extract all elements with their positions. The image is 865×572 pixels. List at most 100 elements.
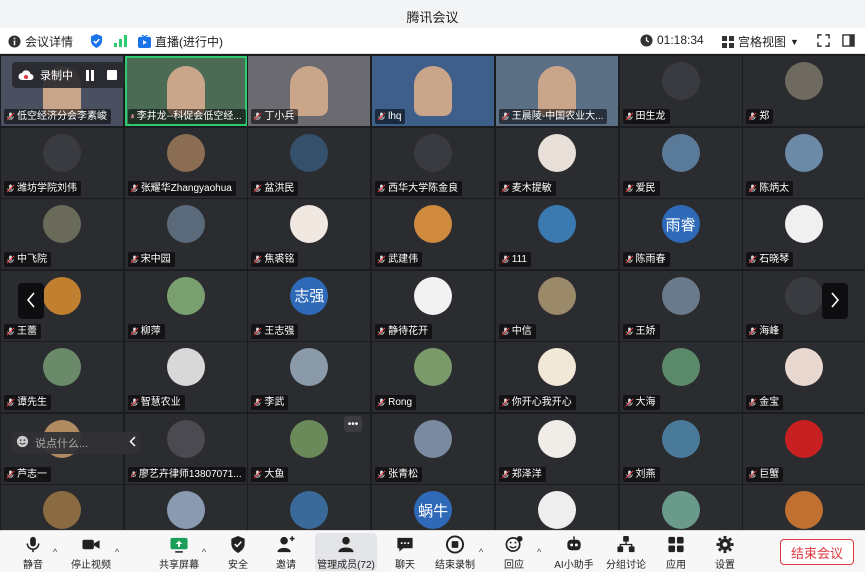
microphone-muted-icon xyxy=(6,469,15,478)
participant-tile[interactable]: lhq xyxy=(372,56,495,126)
participant-tile[interactable]: 李井龙--科促会低空经... xyxy=(124,56,247,126)
participant-tile[interactable]: 丁小兵 xyxy=(248,56,371,126)
participant-name: 张青松 xyxy=(388,468,419,480)
participant-tile[interactable]: 郑 xyxy=(743,56,865,126)
participant-tile[interactable]: 静待花开 xyxy=(372,270,495,341)
microphone-muted-icon xyxy=(377,469,386,478)
participant-name: 王晨陵-中国农业大... xyxy=(511,111,604,122)
participant-tile[interactable]: 谭先生 xyxy=(1,342,123,412)
participant-tile[interactable]: 刘燕 xyxy=(619,413,742,484)
participant-name: 金宝 xyxy=(759,397,780,408)
participant-tile[interactable]: 雨睿 陈雨春 xyxy=(619,199,742,269)
shield-icon[interactable] xyxy=(90,34,103,48)
microphone-muted-icon xyxy=(6,255,15,264)
sidebar-toggle-icon[interactable] xyxy=(842,34,855,47)
ai-assistant-label: AI小助手 xyxy=(554,560,594,571)
apps-label: 应用 xyxy=(666,560,686,571)
security-button[interactable]: 安全 xyxy=(215,533,261,571)
live-status-label: 直播(进行中) xyxy=(155,35,223,49)
end-recording-label: 结束录制 xyxy=(435,560,475,571)
participant-tile[interactable]: 111 xyxy=(495,199,618,269)
participant-name: 郑 xyxy=(759,111,770,122)
participant-name-tag: 盆洪民 xyxy=(251,180,299,196)
view-mode-dropdown[interactable]: 宫格视图 ▼ xyxy=(722,33,799,50)
participant-name-tag: 郑 xyxy=(746,109,774,124)
participant-tile[interactable]: 智慧农业 xyxy=(124,342,247,412)
participant-tile[interactable]: 中信 xyxy=(495,270,618,341)
participant-tile[interactable]: 田生龙 xyxy=(619,56,742,126)
mute-options-caret[interactable]: ^ xyxy=(53,547,57,557)
avatar-text: 雨睿 xyxy=(665,216,696,234)
react-button[interactable]: 回应 xyxy=(491,533,537,571)
tile-more-button[interactable]: ••• xyxy=(344,416,362,432)
previous-page-button[interactable] xyxy=(18,283,44,319)
end-meeting-button[interactable]: 结束会议 xyxy=(780,539,854,565)
participant-name: 中信 xyxy=(511,325,532,337)
participant-name-tag: 海峰 xyxy=(746,323,784,339)
participant-tile[interactable]: 王娇 xyxy=(619,270,742,341)
video-options-caret[interactable]: ^ xyxy=(115,547,119,557)
chat-button[interactable]: 聊天 xyxy=(382,533,428,571)
pause-icon[interactable] xyxy=(85,69,95,81)
record-options-caret[interactable]: ^ xyxy=(479,547,483,557)
mute-button[interactable]: 静音 xyxy=(10,533,56,571)
apps-button[interactable]: 应用 xyxy=(653,533,699,571)
participant-tile[interactable]: 潍坊学院刘伟 xyxy=(1,127,123,198)
participant-tile[interactable]: 焦裘铭 xyxy=(248,199,371,269)
quick-chat-input[interactable]: 说点什么... xyxy=(12,432,140,454)
participant-tile[interactable]: 宋中园 xyxy=(124,199,247,269)
ai-assistant-button[interactable]: AI小助手 xyxy=(549,533,599,571)
recording-indicator[interactable]: 录制中 xyxy=(12,62,125,88)
share-options-caret[interactable]: ^ xyxy=(202,547,206,557)
share-screen-button[interactable]: 共享屏幕 xyxy=(156,533,202,571)
fullscreen-icon[interactable] xyxy=(817,34,830,47)
participant-tile[interactable]: 西华大学陈金良 xyxy=(372,127,495,198)
participant-tile[interactable]: 廖艺卉律师13807071... xyxy=(124,413,247,484)
manage-members-button[interactable]: 管理成员(72) xyxy=(315,533,377,571)
react-options-caret[interactable]: ^ xyxy=(537,547,541,557)
meeting-details-button[interactable]: 会议详情 xyxy=(8,33,73,50)
participant-tile[interactable]: 麦木提敏 xyxy=(495,127,618,198)
invite-button[interactable]: 邀请 xyxy=(263,533,309,571)
participant-tile[interactable]: 盆洪民 xyxy=(248,127,371,198)
participant-tile[interactable]: 张青松 xyxy=(372,413,495,484)
participant-name-tag: 李井龙--科促会低空经... xyxy=(127,109,246,124)
participant-tile[interactable]: 王晨陵-中国农业大... xyxy=(495,56,618,126)
participant-name-tag: 王晨陵-中国农业大... xyxy=(498,109,608,124)
participant-tile[interactable]: 你开心我开心 xyxy=(495,342,618,412)
participant-name-tag: 潍坊学院刘伟 xyxy=(4,180,81,196)
stop-icon[interactable] xyxy=(107,70,117,80)
participant-tile[interactable]: 张耀华Zhangyaohua xyxy=(124,127,247,198)
participant-name: 田生龙 xyxy=(635,111,666,122)
participant-tile[interactable]: 巨蟹 xyxy=(743,413,865,484)
participant-tile[interactable]: 石晓琴 xyxy=(743,199,865,269)
collapse-chat-icon[interactable] xyxy=(129,436,136,450)
end-recording-button[interactable]: 结束录制 xyxy=(432,533,478,571)
participant-avatar xyxy=(537,419,576,458)
participant-tile[interactable]: 爱民 xyxy=(619,127,742,198)
next-page-button[interactable] xyxy=(822,283,848,319)
live-status[interactable]: 直播(进行中) xyxy=(138,33,223,50)
participant-tile[interactable]: 志强 王志强 xyxy=(248,270,371,341)
participant-tile[interactable]: 武建伟 xyxy=(372,199,495,269)
participant-tile[interactable]: 郑泽洋 xyxy=(495,413,618,484)
participant-avatar xyxy=(290,348,329,386)
signal-icon[interactable] xyxy=(114,35,127,47)
security-label: 安全 xyxy=(228,560,248,571)
breakout-rooms-button[interactable]: 分组讨论 xyxy=(603,533,649,571)
participant-tile[interactable]: 金宝 xyxy=(743,342,865,412)
stop-video-button[interactable]: 停止视频 xyxy=(68,533,114,571)
participant-name-tag: 麦木提敏 xyxy=(498,180,556,196)
participant-name-tag: lhq xyxy=(375,109,406,124)
participant-tile[interactable]: 陈炳太 xyxy=(743,127,865,198)
participant-name-tag: 爱民 xyxy=(622,180,660,196)
participant-tile[interactable]: 大海 xyxy=(619,342,742,412)
participant-tile[interactable]: 柳萍 xyxy=(124,270,247,341)
participant-tile[interactable]: 中飞院 xyxy=(1,199,123,269)
settings-button[interactable]: 设置 xyxy=(702,533,748,571)
participant-name-tag: 柳萍 xyxy=(127,323,165,339)
emoji-icon[interactable] xyxy=(16,435,29,451)
participant-tile[interactable]: Rong xyxy=(372,342,495,412)
participant-name: 麦木提敏 xyxy=(511,182,552,194)
participant-tile[interactable]: 李武 xyxy=(248,342,371,412)
